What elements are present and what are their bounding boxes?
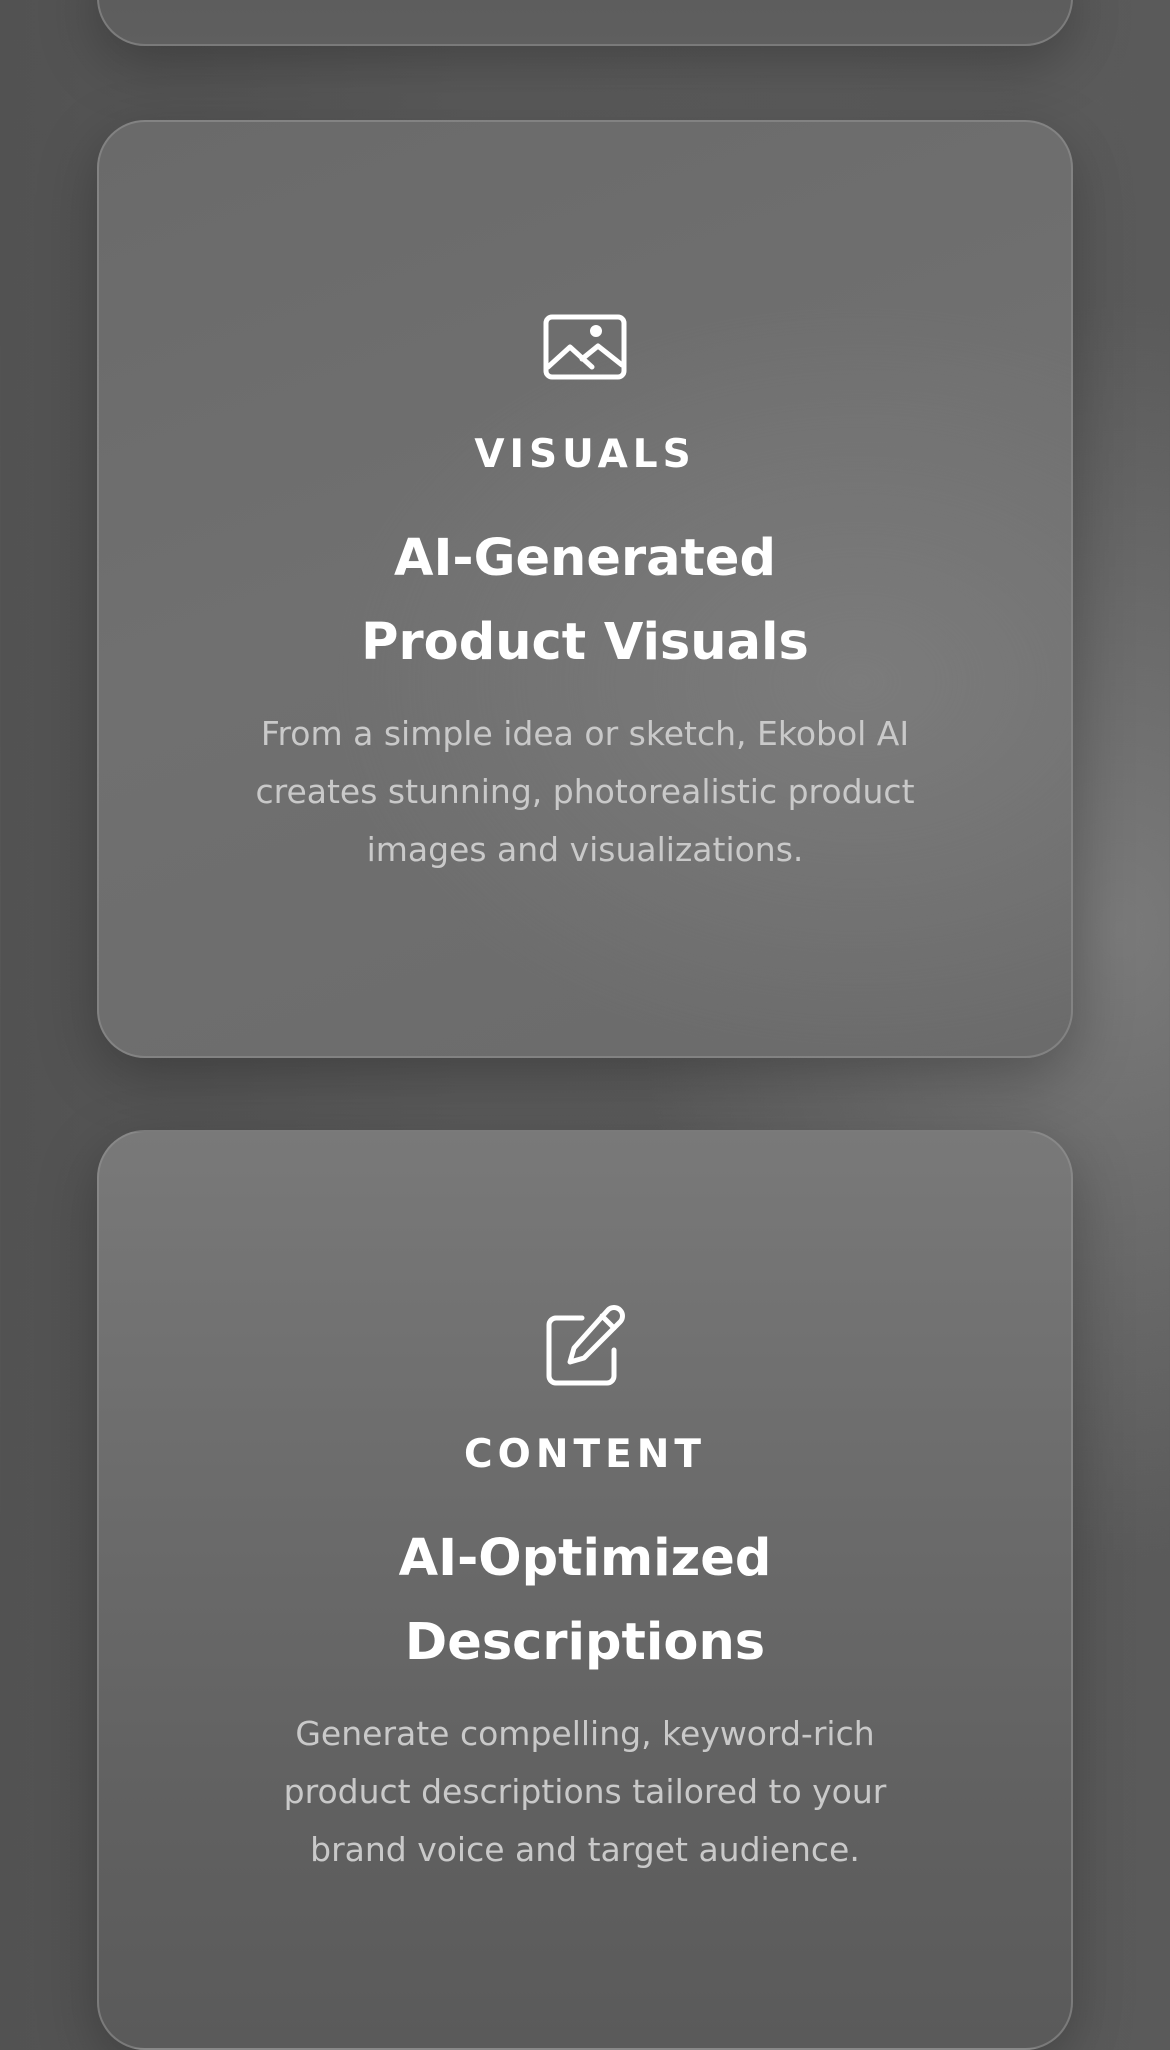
feature-card-previous [97,0,1073,46]
card-description: From a simple idea or sketch, Ekobol AI … [255,713,915,869]
card-eyebrow: CONTENT [464,1432,706,1477]
feature-card-content: CONTENT AI-Optimized Descriptions Genera… [97,1130,1073,2050]
card-title: AI-Optimized Descriptions [398,1528,772,1672]
card-title: AI-Generated Product Visuals [361,528,809,672]
card-description: Generate compelling, keyword-rich produc… [283,1713,887,1869]
feature-card-visuals: VISUALS AI-Generated Product Visuals Fro… [97,120,1073,1058]
edit-icon [542,1304,628,1390]
image-icon [542,304,628,390]
card-eyebrow: VISUALS [474,432,696,477]
